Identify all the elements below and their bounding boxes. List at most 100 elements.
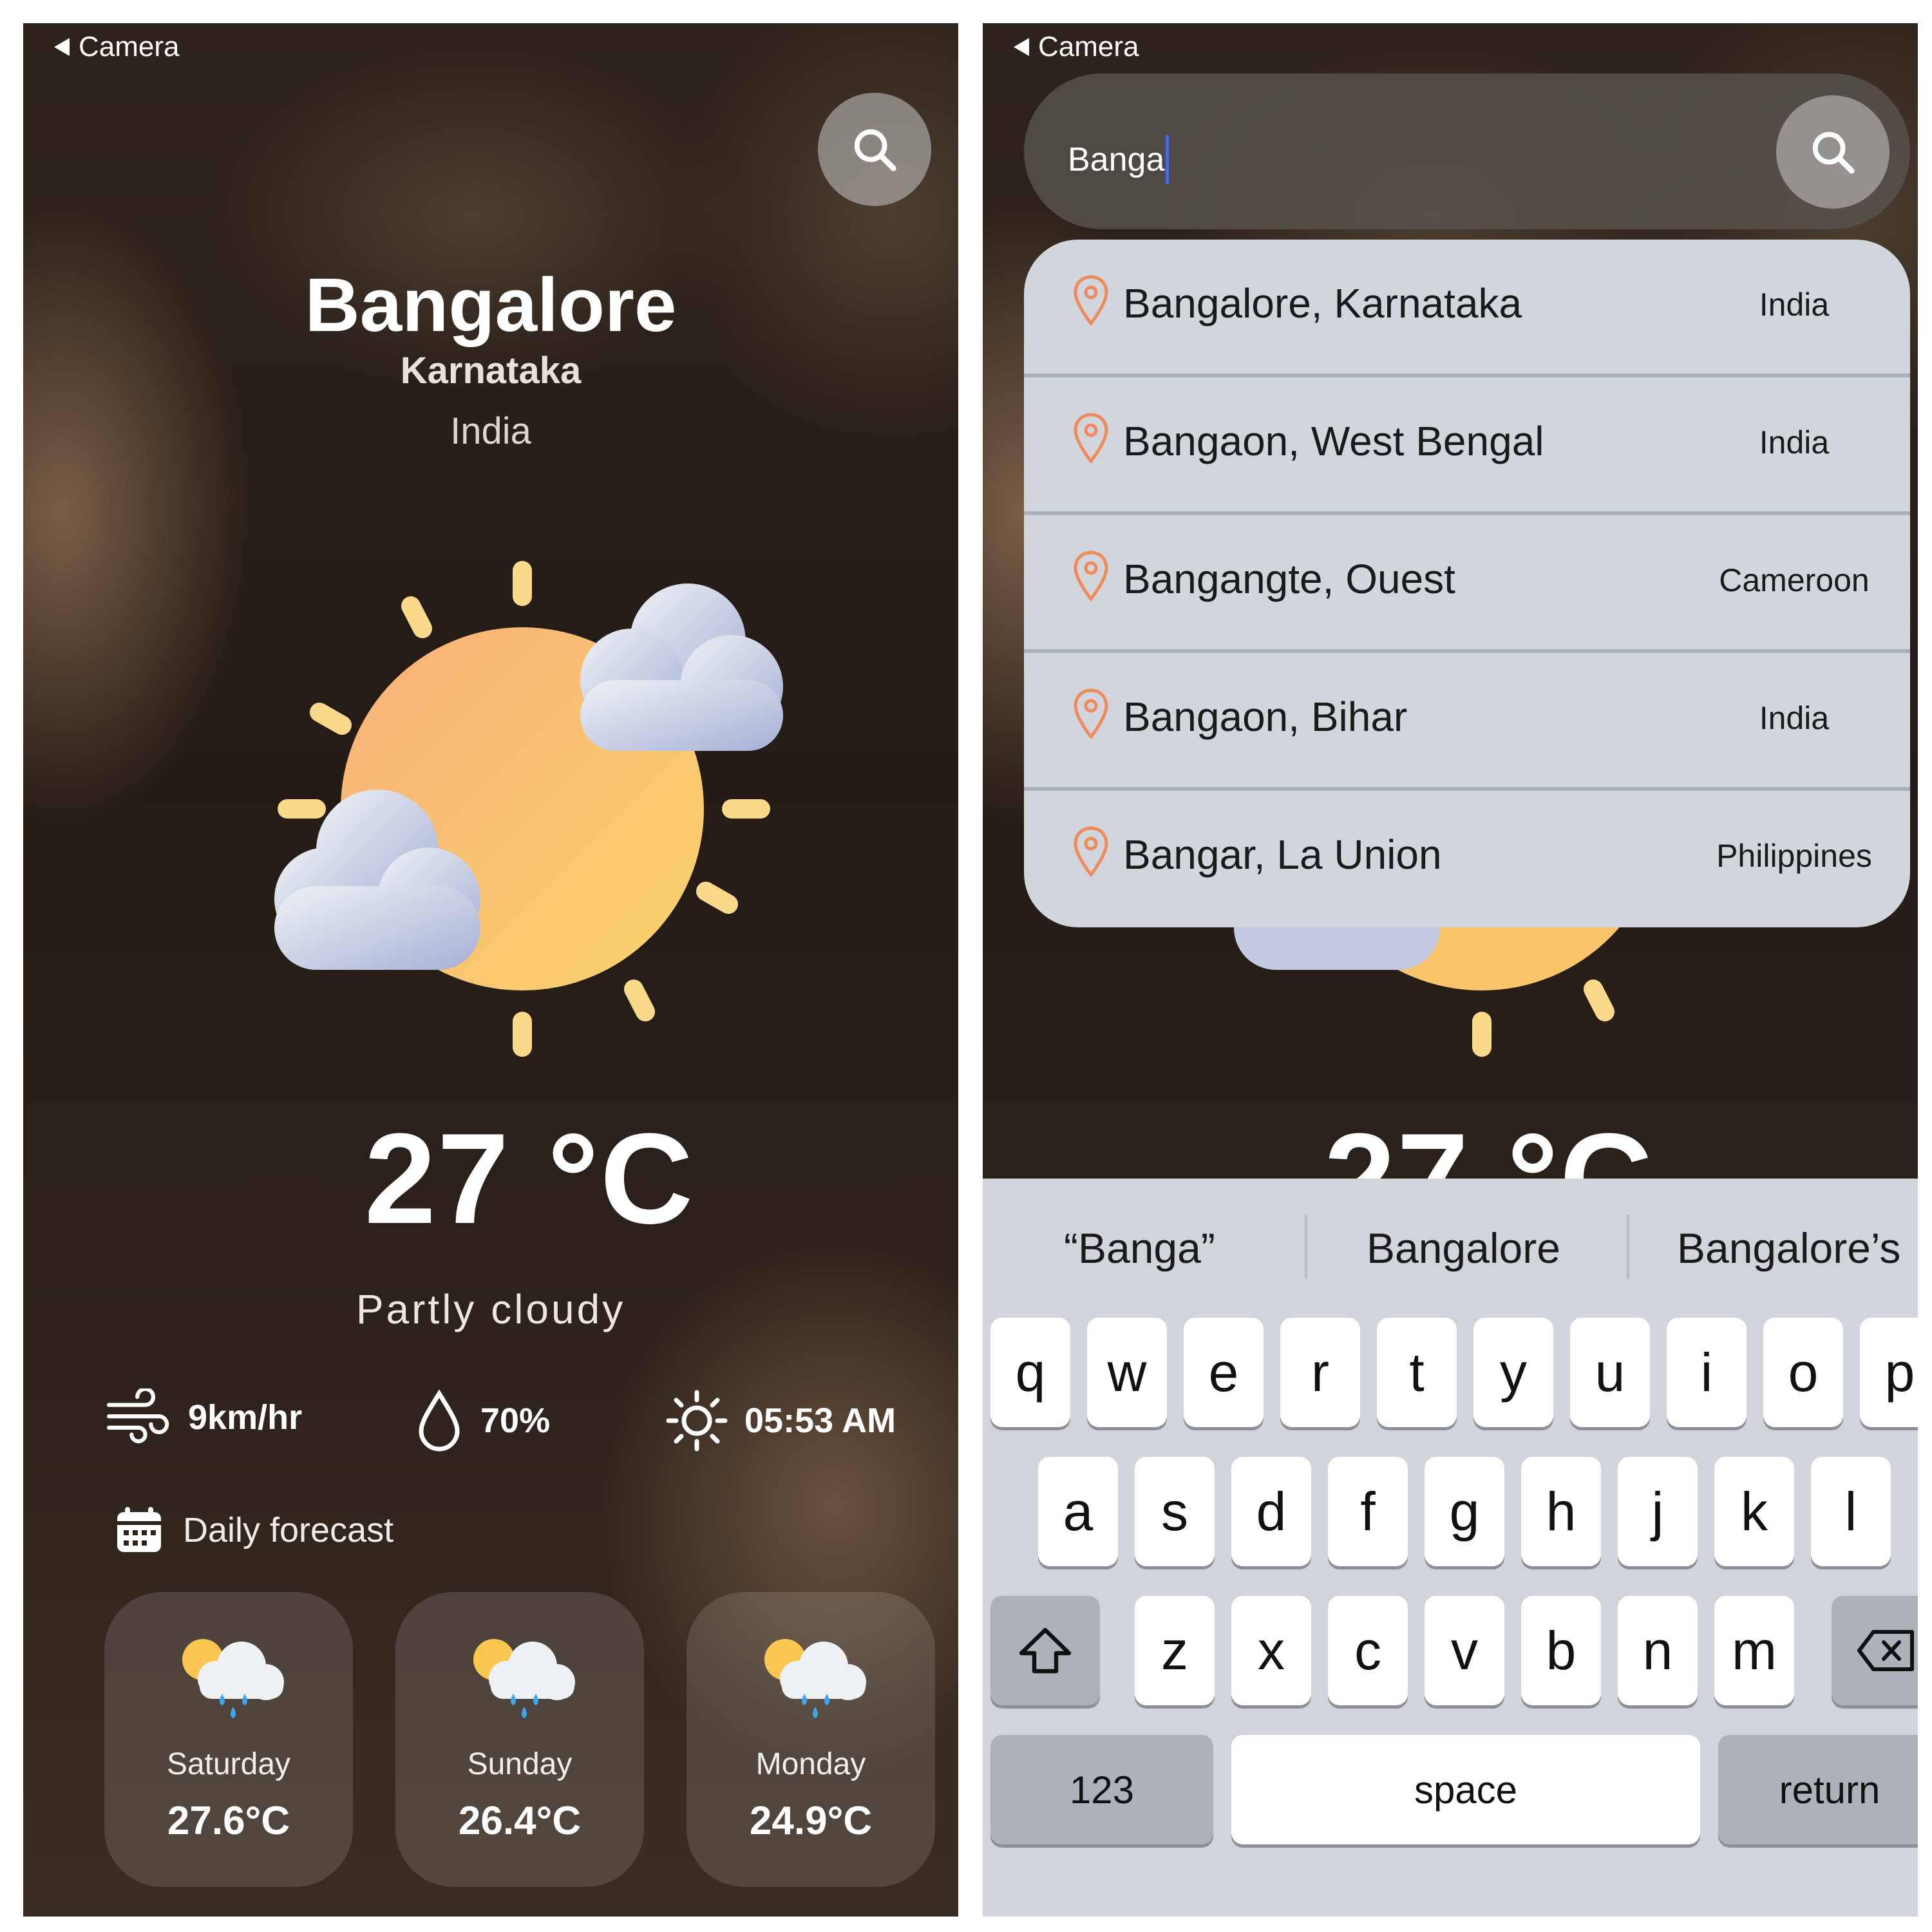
current-temperature: 27 °C <box>364 1107 695 1251</box>
forecast-card-monday[interactable]: Monday 24.9°C <box>687 1592 935 1887</box>
back-arrow-icon <box>1014 38 1029 56</box>
key-f[interactable]: f <box>1328 1457 1408 1566</box>
key-w[interactable]: w <box>1087 1318 1167 1427</box>
state-name: Karnataka <box>400 350 582 392</box>
suggestion-country: India <box>1759 700 1830 736</box>
key-b[interactable]: b <box>1521 1596 1601 1705</box>
suggestion-item[interactable]: Bangangte, Ouest Cameroon <box>1024 515 1910 653</box>
key-o[interactable]: o <box>1763 1318 1843 1427</box>
space-key[interactable]: space <box>1231 1735 1700 1844</box>
location-pin-icon <box>1074 826 1108 878</box>
sun-cloud-rain-icon <box>182 1639 284 1718</box>
forecast-day: Monday <box>755 1747 866 1781</box>
suggestion-country: India <box>1759 424 1830 460</box>
sun-icon <box>666 1390 728 1452</box>
key-i[interactable]: i <box>1667 1318 1747 1427</box>
key-k[interactable]: k <box>1714 1457 1794 1566</box>
key-c[interactable]: c <box>1328 1596 1408 1705</box>
key-g[interactable]: g <box>1425 1457 1504 1566</box>
shift-icon <box>1019 1627 1072 1674</box>
search-button[interactable] <box>1776 95 1889 209</box>
backspace-icon <box>1857 1630 1914 1671</box>
text-caret <box>1166 135 1170 184</box>
prediction-3[interactable]: Bangalore’s <box>1677 1224 1900 1273</box>
key-d[interactable]: d <box>1231 1457 1311 1566</box>
key-u[interactable]: u <box>1570 1318 1650 1427</box>
forecast-title: Daily forecast <box>183 1511 394 1549</box>
location-suggestions: Bangalore, Karnataka India Bangaon, West… <box>1024 240 1910 927</box>
suggestion-place: Bangangte, Ouest <box>1123 556 1455 602</box>
return-key[interactable]: return <box>1718 1735 1918 1844</box>
key-n[interactable]: n <box>1618 1596 1698 1705</box>
prediction-divider <box>1627 1215 1629 1279</box>
weather-screen: Camera Bangalore Karnataka India 27 °C P… <box>23 23 958 1917</box>
key-v[interactable]: v <box>1425 1596 1504 1705</box>
forecast-day: Saturday <box>166 1747 291 1781</box>
search-icon <box>1812 131 1855 174</box>
prediction-2[interactable]: Bangalore <box>1367 1224 1560 1273</box>
key-t[interactable]: t <box>1377 1318 1457 1427</box>
forecast-temp: 26.4°C <box>458 1799 582 1843</box>
key-l[interactable]: l <box>1811 1457 1891 1566</box>
key-m[interactable]: m <box>1714 1596 1794 1705</box>
prediction-divider <box>1305 1215 1307 1279</box>
forecast-temp: 27.6°C <box>167 1799 290 1843</box>
droplet-icon <box>419 1389 460 1452</box>
forecast-card-sunday[interactable]: Sunday 26.4°C <box>395 1592 644 1887</box>
location-pin-icon <box>1074 551 1108 602</box>
forecast-temp: 24.9°C <box>749 1799 873 1843</box>
key-p[interactable]: p <box>1860 1318 1918 1427</box>
forecast-card-saturday[interactable]: Saturday 27.6°C <box>104 1592 353 1887</box>
delete-key[interactable] <box>1832 1596 1918 1705</box>
back-to-camera-link[interactable]: Camera <box>54 31 180 63</box>
suggestion-item[interactable]: Bangaon, West Bengal India <box>1024 377 1910 515</box>
suggestion-country: Philippines <box>1716 838 1872 874</box>
prediction-1[interactable]: “Banga” <box>1064 1224 1215 1273</box>
key-z[interactable]: z <box>1135 1596 1215 1705</box>
location-pin-icon <box>1074 413 1108 464</box>
suggestion-item[interactable]: Bangar, La Union Philippines <box>1024 791 1910 927</box>
suggestion-place: Bangar, La Union <box>1123 831 1442 878</box>
key-a[interactable]: a <box>1038 1457 1118 1566</box>
numbers-key[interactable]: 123 <box>990 1735 1213 1844</box>
suggestion-item[interactable]: Bangalore, Karnataka India <box>1024 240 1910 377</box>
key-e[interactable]: e <box>1184 1318 1264 1427</box>
suggestion-country: Cameroon <box>1719 562 1870 598</box>
forecast-day: Sunday <box>467 1747 573 1781</box>
search-screen: Camera 27 °C Banga Bangalore, Ka <box>983 23 1918 1917</box>
calendar-icon <box>117 1507 161 1552</box>
sun-cloud-rain-icon <box>473 1639 575 1718</box>
key-y[interactable]: y <box>1473 1318 1553 1427</box>
key-q[interactable]: q <box>990 1318 1070 1427</box>
search-input[interactable]: Banga <box>1068 135 1170 184</box>
sun-with-clouds-icon <box>274 561 783 1057</box>
key-x[interactable]: x <box>1231 1596 1311 1705</box>
wind-stat: 9km/hr <box>104 1388 302 1446</box>
key-h[interactable]: h <box>1521 1457 1601 1566</box>
suggestion-place: Bangaon, Bihar <box>1123 694 1408 740</box>
sunrise-stat: 05:53 AM <box>665 1388 896 1453</box>
location-pin-icon <box>1074 688 1108 740</box>
back-to-camera-link[interactable]: Camera <box>1014 31 1139 63</box>
search-input-value: Banga <box>1068 141 1165 178</box>
weather-condition: Partly cloudy <box>355 1286 626 1332</box>
key-r[interactable]: r <box>1280 1318 1360 1427</box>
search-icon <box>854 129 896 171</box>
sun-cloud-rain-icon <box>764 1639 866 1718</box>
wind-value: 9km/hr <box>188 1398 303 1437</box>
back-label: Camera <box>1038 31 1139 62</box>
humidity-value: 70% <box>480 1401 551 1440</box>
suggestion-country: India <box>1759 287 1830 323</box>
sunrise-value: 05:53 AM <box>744 1401 896 1440</box>
suggestion-item[interactable]: Bangaon, Bihar India <box>1024 653 1910 791</box>
daily-forecast-header: Daily forecast <box>113 1504 393 1556</box>
suggestion-place: Bangaon, West Bengal <box>1123 418 1544 464</box>
on-screen-keyboard: “Banga” Bangalore Bangalore’s q w e r t … <box>983 1179 1918 1917</box>
wind-icon <box>106 1388 169 1444</box>
key-j[interactable]: j <box>1618 1457 1698 1566</box>
search-button[interactable] <box>818 93 931 206</box>
country-name: India <box>450 410 531 452</box>
shift-key[interactable] <box>990 1596 1100 1705</box>
back-arrow-icon <box>54 38 70 56</box>
key-s[interactable]: s <box>1135 1457 1215 1566</box>
